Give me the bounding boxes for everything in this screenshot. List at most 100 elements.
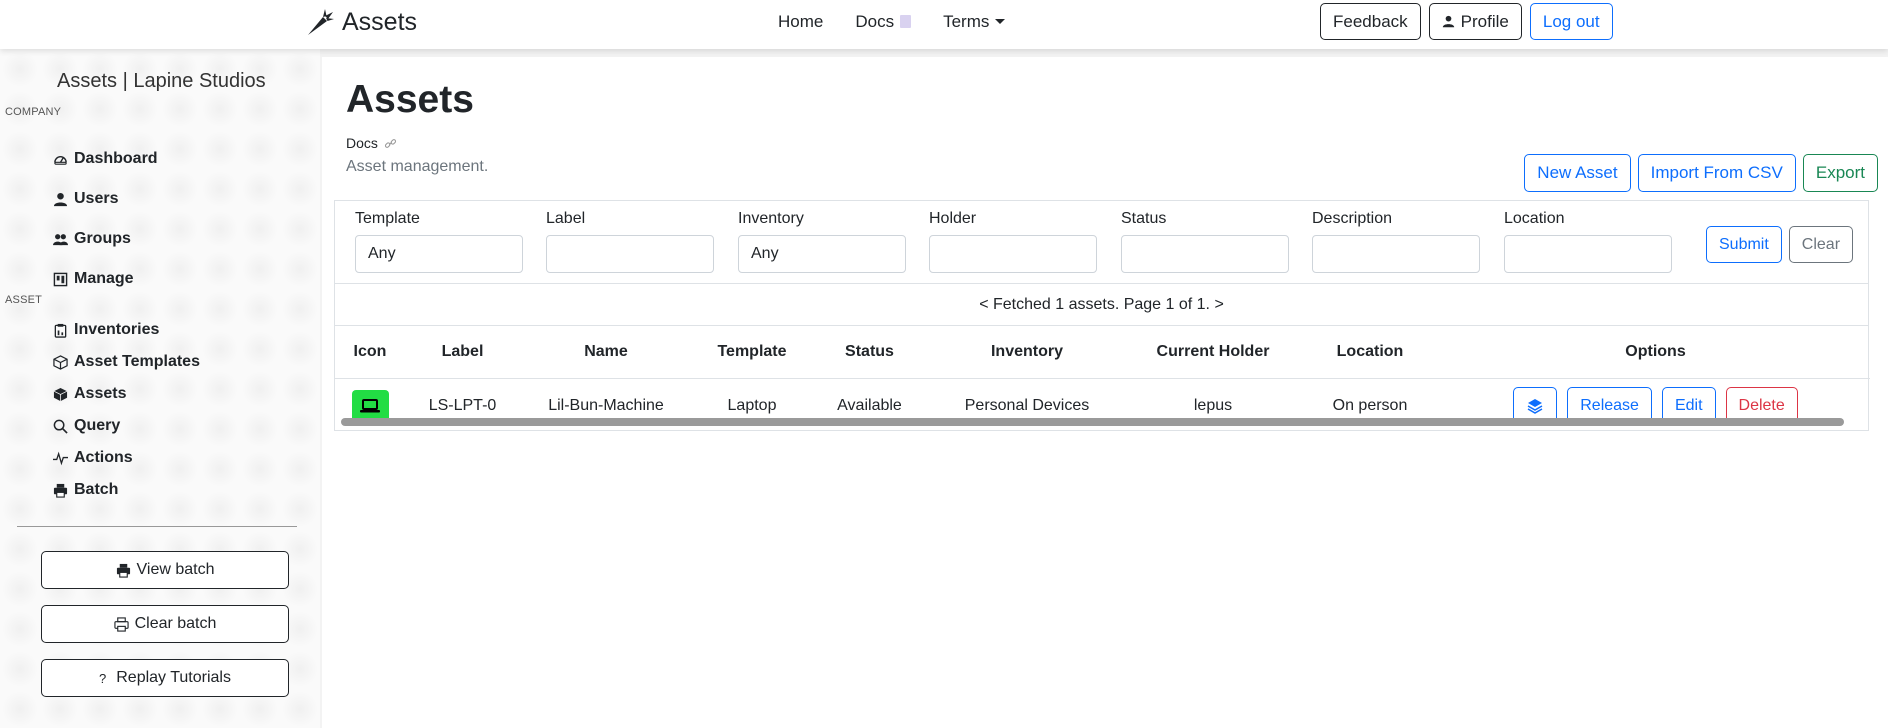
sidebar-item-manage[interactable]: Manage [53,270,134,288]
sidebar-item-label: Assets [74,385,127,402]
location-input[interactable] [1504,235,1672,273]
top-navbar: Assets Home Docs Terms Feedback Profile … [0,0,1888,49]
filter-description: Description [1312,210,1480,273]
nav-docs-link[interactable]: Docs [839,12,927,32]
filter-label: Template [355,210,420,227]
activity-icon [53,451,68,465]
col-header-options: Options [1441,326,1870,379]
clear-batch-label: Clear batch [134,615,217,632]
layers-icon [1527,399,1543,415]
manage-icon [53,272,68,286]
filter-inventory: Inventory Any [738,210,906,273]
sidebar-item-asset-templates[interactable]: Asset Templates [53,353,200,371]
sidebar-section-company: COMPANY [5,106,62,118]
sidebar-section-asset: ASSET [5,294,43,306]
page-title: Assets [346,78,474,121]
nav-buttons: Feedback Profile Log out [1320,3,1613,40]
filter-label: Description [1312,210,1393,227]
sidebar-item-groups[interactable]: Groups [53,230,131,248]
laptop-icon [360,399,380,413]
filter-buttons: Submit Clear [1706,226,1854,263]
col-header-inventory: Inventory [927,326,1127,379]
clear-button[interactable]: Clear [1788,226,1854,263]
horizontal-scrollbar[interactable] [341,418,1844,426]
sidebar-item-batch[interactable]: Batch [53,481,118,499]
page-actions: New Asset Import From CSV Export [1524,154,1878,192]
person-icon [1442,15,1454,28]
group-icon [53,233,68,245]
link-icon [384,138,396,148]
printer-outline-icon [113,616,129,632]
filter-label: Location [1504,210,1565,227]
filter-template: Template Any [355,210,523,273]
sidebar-item-actions[interactable]: Actions [53,449,133,467]
replay-tutorials-button[interactable]: ? Replay Tutorials [41,659,289,697]
holder-input[interactable] [929,235,1097,273]
filter-form: Template Any Label Inventory Any Holder … [334,200,1869,284]
col-header-template: Template [692,326,812,379]
clipboard-icon [54,323,67,338]
col-header-icon: Icon [335,326,405,379]
sidebar-divider [17,526,297,527]
sidebar-item-label: Query [74,417,121,434]
sidebar-item-users[interactable]: Users [53,190,118,208]
clear-batch-button[interactable]: Clear batch [41,605,289,643]
import-csv-button[interactable]: Import From CSV [1637,154,1796,192]
col-header-holder: Current Holder [1127,326,1299,379]
main-content: Assets Docs Asset management. New Asset … [322,57,1888,728]
sidebar-item-label: Inventories [74,321,160,338]
search-icon [53,419,68,434]
nav-terms-dropdown[interactable]: Terms [927,12,1021,32]
col-header-location: Location [1299,326,1441,379]
filter-holder: Holder [929,210,1097,273]
filter-status: Status [1121,210,1289,273]
sidebar-item-dashboard[interactable]: Dashboard [53,150,158,168]
table-header-row: Icon Label Name Template Status Inventor… [335,326,1870,379]
export-button[interactable]: Export [1802,154,1878,192]
nav-docs-label: Docs [855,12,895,31]
label-input[interactable] [546,235,714,273]
caret-down-icon [995,19,1006,24]
sidebar-item-label: Groups [74,230,131,247]
box-solid-icon [53,387,68,401]
filter-location: Location [1504,210,1672,273]
carrot-logo-icon [308,9,334,35]
page-description: Asset management. [346,158,489,175]
sidebar-item-query[interactable]: Query [53,417,120,435]
sidebar-item-label: Manage [74,270,134,287]
pagination[interactable]: < Fetched 1 assets. Page 1 of 1. > [334,284,1869,326]
template-select[interactable]: Any [355,235,523,273]
col-header-status: Status [812,326,927,379]
view-batch-button[interactable]: View batch [41,551,289,589]
col-header-name: Name [520,326,692,379]
nav-home-link[interactable]: Home [762,12,839,32]
docs-link[interactable]: Docs [346,135,397,151]
sidebar-item-label: Batch [74,481,119,498]
logout-button[interactable]: Log out [1529,3,1613,40]
view-batch-label: View batch [136,561,215,578]
dashboard-icon [54,155,67,165]
sidebar-item-label: Dashboard [74,150,158,167]
filter-label: Inventory [738,210,804,227]
feedback-button[interactable]: Feedback [1320,3,1421,40]
nav-terms-label: Terms [943,12,990,31]
nav-links: Home Docs Terms [762,12,1021,32]
box-outline-icon [53,354,68,370]
sidebar-item-inventories[interactable]: Inventories [53,321,159,339]
filter-label: Holder [929,210,977,227]
inventory-select[interactable]: Any [738,235,906,273]
brand[interactable]: Assets [304,6,417,38]
sidebar-item-label: Actions [74,449,133,466]
status-input[interactable] [1121,235,1289,273]
question-icon: ? [99,670,107,686]
new-asset-button[interactable]: New Asset [1524,154,1631,192]
filter-label: Status [1121,210,1167,227]
sidebar-item-label: Asset Templates [74,353,200,370]
profile-label: Profile [1460,11,1509,31]
sidebar-item-assets[interactable]: Assets [53,385,126,403]
description-input[interactable] [1312,235,1480,273]
docs-link-label: Docs [346,135,378,151]
sidebar-title: Assets | Lapine Studios [57,70,266,92]
profile-button[interactable]: Profile [1428,3,1522,40]
submit-button[interactable]: Submit [1706,226,1782,263]
